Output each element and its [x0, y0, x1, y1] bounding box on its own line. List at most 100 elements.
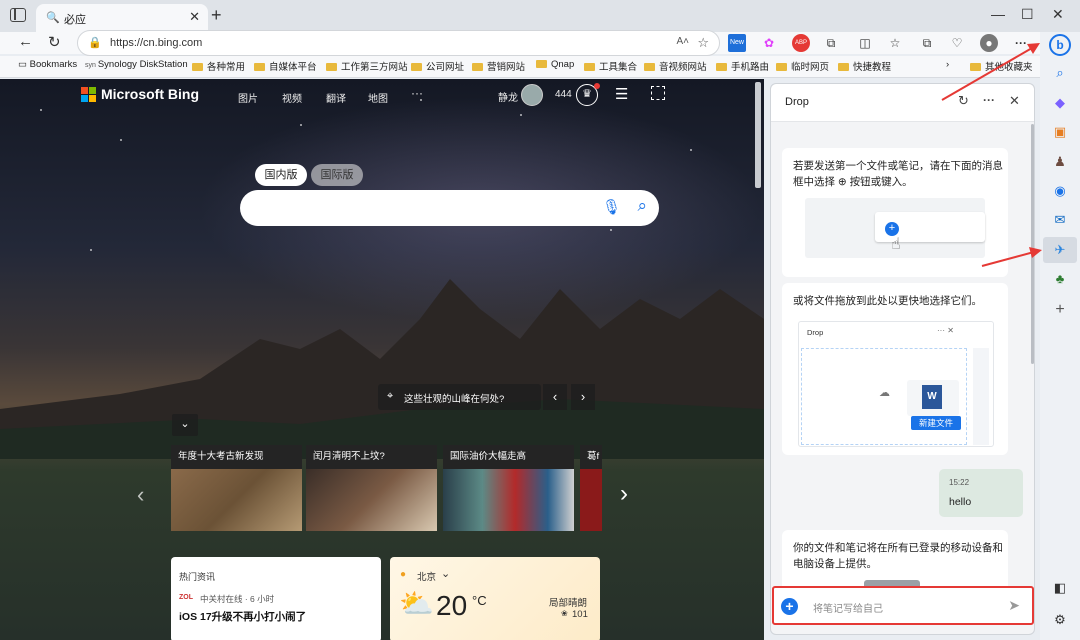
bookmark-folder[interactable]: 手机路由 — [716, 59, 769, 73]
bing-brand[interactable]: Microsoft Bing — [101, 86, 199, 102]
hide-sidebar-icon[interactable]: ◧ — [1050, 578, 1070, 598]
news-headline[interactable]: iOS 17升级不再小打小闹了 — [179, 609, 306, 624]
tree-icon[interactable]: ♣ — [1050, 269, 1070, 289]
search-input[interactable]: 🎙 ⌕ — [240, 190, 659, 226]
chevron-down-icon[interactable]: ⌄ — [172, 414, 198, 436]
address-url: https://cn.bing.com — [110, 37, 203, 49]
bookmark-item[interactable]: syn Synology DiskStation — [85, 59, 188, 70]
send-icon[interactable]: ➤ — [1008, 597, 1020, 614]
bookmark-folder[interactable]: 工具集合 — [584, 59, 637, 73]
read-aloud-icon[interactable]: A˄ — [676, 36, 689, 47]
arrow-to-copilot — [941, 47, 1033, 101]
note-composer[interactable]: + 将笔记写给自己 ➤ — [772, 586, 1034, 625]
star-decoration — [610, 229, 612, 231]
composer-placeholder[interactable]: 将笔记写给自己 — [813, 600, 883, 615]
bing-copilot-icon[interactable]: b — [1049, 34, 1071, 56]
extensions-icon[interactable]: ⧉ — [822, 34, 840, 52]
image-info-card[interactable]: ⌖ 这些壮观的山峰在何处? — [378, 384, 541, 410]
bookmark-folder[interactable]: 营销网站 — [472, 59, 525, 73]
star-decoration — [90, 249, 92, 251]
nav-maps[interactable]: 地图 — [368, 90, 388, 105]
minimize-button[interactable]: — — [991, 6, 1005, 22]
hot-news-card[interactable]: 热门资讯 ZOL 中关村在线 · 6 小时 iOS 17升级不再小打小闹了 — [171, 557, 381, 640]
favorite-star-icon[interactable]: ☆ — [697, 35, 709, 51]
favorites-icon[interactable]: ☆ — [886, 34, 904, 52]
tile-caption: 葛f — [580, 445, 602, 469]
mountain-silhouette — [0, 279, 764, 459]
carousel-prev-icon[interactable]: ‹ — [137, 482, 144, 508]
arrowhead — [1029, 247, 1042, 258]
note-bubble[interactable]: 15:22 hello — [939, 469, 1023, 517]
folder-icon — [584, 63, 595, 71]
address-bar[interactable]: 🔒 https://cn.bing.com A˄ ☆ — [77, 30, 720, 56]
drag-hint-card: 或将文件拖放到此处以更快地选择它们。 Drop ··· ✕ ☁ W 新建文件 — [782, 283, 1008, 455]
star-decoration — [690, 149, 692, 151]
source-logo-icon: ZOL — [179, 594, 193, 601]
news-tile[interactable]: 葛f — [580, 445, 602, 531]
location-question: 这些壮观的山峰在何处? — [404, 394, 505, 405]
maximize-button[interactable]: ☐ — [1021, 6, 1034, 23]
city-dropdown-icon[interactable]: ⌄ — [441, 567, 450, 580]
add-file-button[interactable]: + — [781, 598, 798, 615]
shopping-tag-icon[interactable]: ◆ — [1050, 93, 1070, 113]
next-image-button[interactable]: › — [571, 384, 595, 410]
games-icon[interactable]: ♟ — [1050, 152, 1070, 172]
qr-code-icon[interactable] — [651, 86, 665, 100]
back-icon[interactable]: ← — [18, 33, 33, 50]
tab-title: 必应 — [64, 14, 86, 26]
arrowhead — [1027, 43, 1040, 54]
folder-icon — [838, 63, 849, 71]
tab-actions-icon[interactable] — [10, 8, 26, 22]
carousel-next-icon[interactable]: › — [620, 480, 628, 508]
user-name[interactable]: 静龙 — [498, 89, 518, 104]
window-close-button[interactable]: ✕ — [1052, 6, 1064, 23]
microsoft-logo-icon — [89, 95, 96, 102]
new-extension-icon[interactable]: New — [728, 34, 746, 52]
search-icon[interactable]: ⌕ — [637, 196, 647, 216]
news-tile[interactable]: 闰月清明不上坟? — [306, 445, 437, 531]
page-scrollbar[interactable] — [755, 82, 761, 188]
mini-drop-title: Drop — [807, 328, 824, 337]
rewards-points[interactable]: 444 — [555, 89, 572, 100]
tile-image — [580, 469, 602, 531]
adblock-icon[interactable]: ABP — [792, 34, 810, 52]
news-tile[interactable]: 年度十大考古新发现 — [171, 445, 302, 531]
search-icon[interactable]: ⌕ — [1050, 63, 1070, 83]
bookmark-folder[interactable]: 临时网页 — [776, 59, 829, 73]
bookmark-folder[interactable]: 快捷教程 — [838, 59, 891, 73]
prev-image-button[interactable]: ‹ — [543, 384, 567, 410]
star-decoration — [300, 124, 302, 126]
user-avatar[interactable] — [521, 84, 543, 106]
tab-close-icon[interactable]: ✕ — [189, 9, 200, 25]
nav-images[interactable]: 图片 — [238, 90, 258, 105]
tab-bing[interactable]: 🔍 必应 ✕ — [36, 4, 208, 32]
weather-condition: 局部晴朗 — [549, 598, 588, 609]
bookmark-folder[interactable]: 公司网址 — [411, 59, 464, 73]
refresh-icon[interactable]: ↻ — [48, 33, 61, 51]
tools-icon[interactable]: ▣ — [1050, 122, 1070, 142]
bookmark-item[interactable]: ▭ Bookmarks — [18, 59, 77, 70]
sidebar-settings-icon[interactable]: ⚙ — [1050, 610, 1070, 630]
folder-icon — [716, 63, 727, 71]
tab-international[interactable]: 国际版 — [311, 164, 363, 186]
tab-domestic[interactable]: 国内版 — [255, 164, 307, 186]
outlook-icon[interactable]: ✉ — [1050, 210, 1070, 230]
news-tile[interactable]: 国际油价大幅走高 — [443, 445, 574, 531]
nav-more-icon[interactable]: ··· — [411, 86, 423, 100]
colorful-extension-icon[interactable]: ✿ — [760, 34, 778, 52]
weather-card[interactable]: ● 北京 ⌄ ⛅ 20 °C 局部晴朗 ❀ 101 — [390, 557, 600, 640]
bookmark-folder[interactable]: 各种常用 — [192, 59, 245, 73]
bookmark-folder[interactable]: 自媒体平台 — [254, 59, 317, 73]
split-screen-icon[interactable]: ◫ — [856, 34, 874, 52]
bookmark-folder[interactable]: 音视频网站 — [644, 59, 707, 73]
nav-translate[interactable]: 翻译 — [326, 90, 346, 105]
microsoft365-icon[interactable]: ◉ — [1050, 181, 1070, 201]
hamburger-menu-icon[interactable]: ☰ — [615, 85, 628, 103]
microphone-icon[interactable]: 🎙 — [602, 198, 621, 216]
new-tab-button[interactable]: + — [211, 5, 222, 26]
bookmark-folder[interactable]: Qnap — [536, 59, 574, 70]
nav-videos[interactable]: 视频 — [282, 90, 302, 105]
bookmark-folder[interactable]: 工作第三方网站 — [326, 59, 408, 73]
drop-title: Drop — [785, 96, 809, 108]
add-sidebar-app-icon[interactable]: + — [1050, 300, 1070, 320]
